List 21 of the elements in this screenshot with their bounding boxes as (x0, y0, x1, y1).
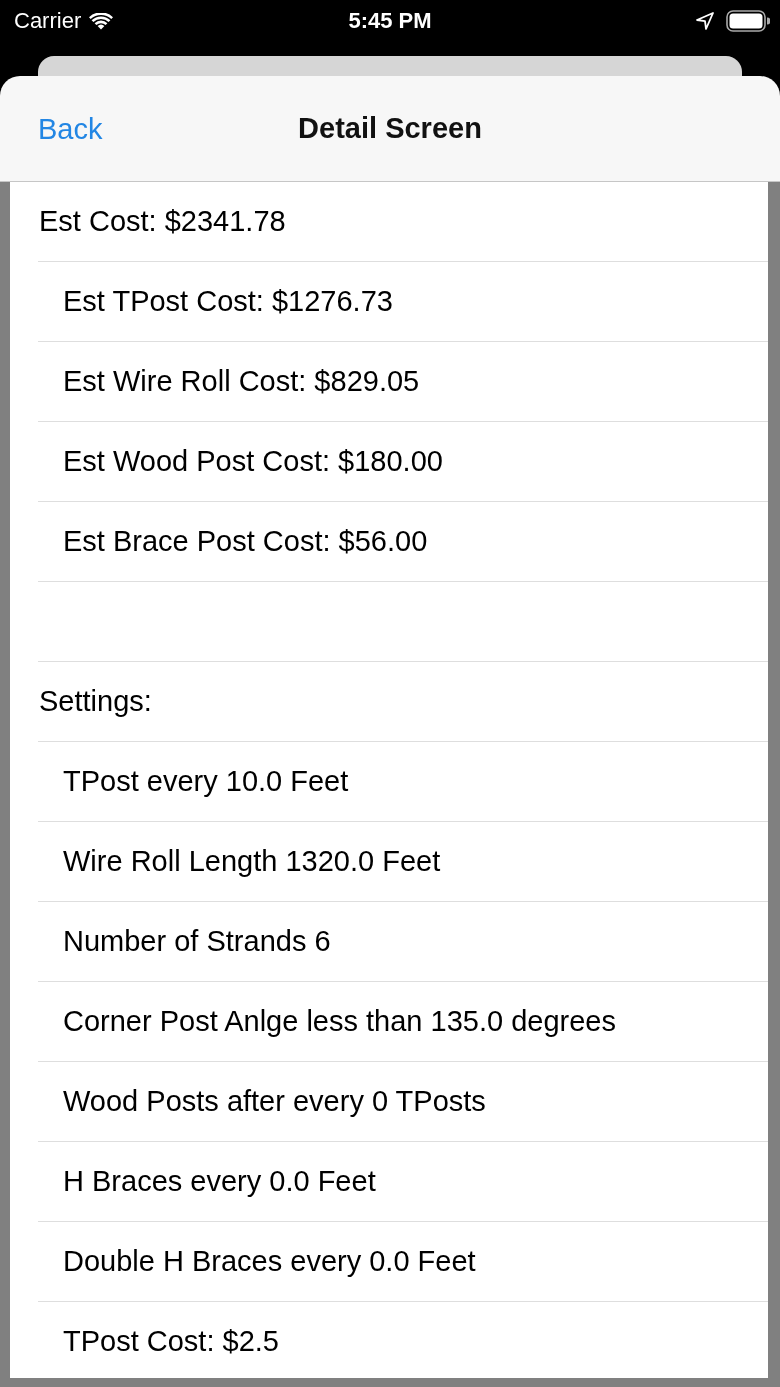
list-item-text: Est Brace Post Cost: $56.00 (63, 525, 428, 558)
list-item-text: Wire Roll Length 1320.0 Feet (63, 845, 441, 878)
list-item-text: TPost every 10.0 Feet (63, 765, 349, 798)
location-arrow-icon (696, 12, 714, 30)
list-item-text: Est Wood Post Cost: $180.00 (63, 445, 443, 478)
list-item-text: Corner Post Anlge less than 135.0 degrees (63, 1005, 616, 1038)
section-header: Est Cost: $2341.78 (39, 205, 286, 238)
status-time: 5:45 PM (348, 8, 432, 34)
list-item-text: TPost Cost: $2.5 (63, 1325, 279, 1358)
battery-icon (726, 10, 770, 32)
screen-title: Detail Screen (298, 112, 482, 145)
back-button[interactable]: Back (30, 108, 111, 149)
list-item-text: Double H Braces every 0.0 Feet (63, 1245, 476, 1278)
list-item-text: Wood Posts after every 0 TPosts (63, 1085, 486, 1118)
carrier-name: Carrier (14, 8, 82, 34)
list-item-text: H Braces every 0.0 Feet (63, 1165, 376, 1198)
wifi-icon (89, 12, 114, 30)
list-item-text: Number of Strands 6 (63, 925, 331, 958)
section-header: Settings: (39, 685, 152, 718)
list-item-text: Est Wire Roll Cost: $829.05 (63, 365, 420, 398)
list-item-text: Est TPost Cost: $1276.73 (63, 285, 393, 318)
